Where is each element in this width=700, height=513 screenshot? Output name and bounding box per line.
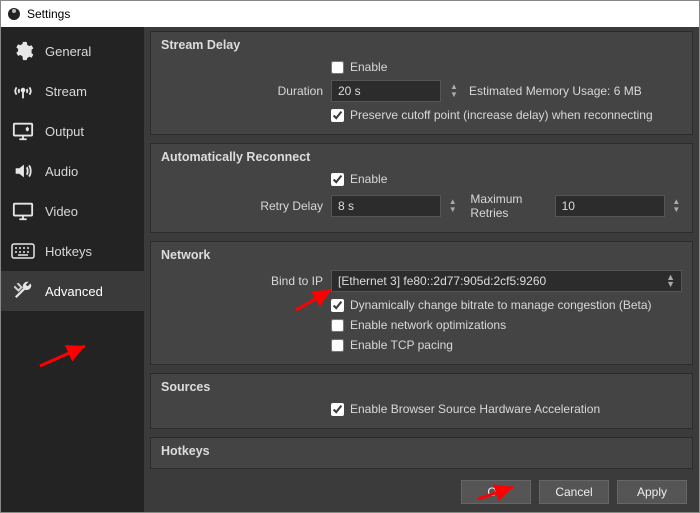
sidebar-item-video[interactable]: Video <box>1 191 144 231</box>
panel-title: Network <box>161 248 682 262</box>
panel-hotkeys: Hotkeys <box>150 437 693 469</box>
memory-usage-label: Estimated Memory Usage: 6 MB <box>469 84 642 98</box>
settings-window: Settings General Stream Output <box>0 0 700 513</box>
sidebar-item-label: Audio <box>45 164 78 179</box>
sidebar-item-general[interactable]: General <box>1 31 144 71</box>
sidebar-item-output[interactable]: Output <box>1 111 144 151</box>
panel-title: Sources <box>161 380 682 394</box>
tcp-pacing-checkbox[interactable] <box>331 339 344 352</box>
monitor-arrow-icon <box>11 119 35 143</box>
speaker-icon <box>11 159 35 183</box>
browser-hwaccel-checkbox[interactable] <box>331 403 344 416</box>
bind-ip-label: Bind to IP <box>161 274 331 288</box>
keyboard-icon <box>11 239 35 263</box>
chevron-updown-icon: ▲▼ <box>666 274 675 288</box>
retry-delay-input[interactable] <box>331 195 441 217</box>
bind-ip-select[interactable]: [Ethernet 3] fe80::2d77:905d:2cf5:9260 ▲… <box>331 270 682 292</box>
network-optimizations-checkbox[interactable] <box>331 319 344 332</box>
sidebar-item-audio[interactable]: Audio <box>1 151 144 191</box>
sidebar-item-label: General <box>45 44 91 59</box>
checkbox-label: Preserve cutoff point (increase delay) w… <box>350 108 653 122</box>
sidebar-item-label: Stream <box>45 84 87 99</box>
checkbox-label: Enable <box>350 172 387 186</box>
titlebar: Settings <box>1 1 699 27</box>
antenna-icon <box>11 79 35 103</box>
sidebar: General Stream Output Audio <box>1 27 144 512</box>
monitor-icon <box>11 199 35 223</box>
panel-stream-delay: Stream Delay Enable Duration ▲▼ <box>150 31 693 135</box>
duration-spinner[interactable]: ▲▼ <box>447 80 461 102</box>
sidebar-item-advanced[interactable]: Advanced <box>1 271 144 311</box>
max-retries-spinner[interactable]: ▲▼ <box>671 195 682 217</box>
checkbox-label: Enable TCP pacing <box>350 338 453 352</box>
content-area: Stream Delay Enable Duration ▲▼ <box>144 27 699 512</box>
window-title: Settings <box>27 7 70 21</box>
panel-auto-reconnect: Automatically Reconnect Enable Retry Del… <box>150 143 693 233</box>
max-retries-label: Maximum Retries <box>470 192 546 220</box>
panel-network: Network Bind to IP [Ethernet 3] fe80::2d… <box>150 241 693 365</box>
enable-reconnect-checkbox[interactable] <box>331 173 344 186</box>
checkbox-label: Enable network optimizations <box>350 318 506 332</box>
sidebar-item-label: Advanced <box>45 284 103 299</box>
gear-icon <box>11 39 35 63</box>
sidebar-item-stream[interactable]: Stream <box>1 71 144 111</box>
checkbox-label: Enable <box>350 60 387 74</box>
retry-delay-label: Retry Delay <box>161 199 331 213</box>
checkbox-label: Enable Browser Source Hardware Accelerat… <box>350 402 600 416</box>
duration-label: Duration <box>161 84 331 98</box>
cancel-button[interactable]: Cancel <box>539 480 609 504</box>
retry-delay-spinner[interactable]: ▲▼ <box>447 195 458 217</box>
sidebar-item-label: Video <box>45 204 78 219</box>
panel-title: Hotkeys <box>161 444 682 458</box>
apply-button[interactable]: Apply <box>617 480 687 504</box>
wrench-icon <box>11 279 35 303</box>
ok-button[interactable]: OK <box>461 480 531 504</box>
bind-ip-value: [Ethernet 3] fe80::2d77:905d:2cf5:9260 <box>338 274 546 288</box>
sidebar-item-label: Output <box>45 124 84 139</box>
enable-stream-delay-checkbox[interactable] <box>331 61 344 74</box>
sidebar-item-hotkeys[interactable]: Hotkeys <box>1 231 144 271</box>
dynamic-bitrate-checkbox[interactable] <box>331 299 344 312</box>
panel-title: Automatically Reconnect <box>161 150 682 164</box>
panel-sources: Sources Enable Browser Source Hardware A… <box>150 373 693 429</box>
preserve-cutoff-checkbox[interactable] <box>331 109 344 122</box>
footer: OK Cancel Apply <box>144 472 699 512</box>
checkbox-label: Dynamically change bitrate to manage con… <box>350 298 652 312</box>
max-retries-input[interactable] <box>555 195 665 217</box>
app-icon <box>7 7 21 21</box>
panel-title: Stream Delay <box>161 38 682 52</box>
duration-input[interactable] <box>331 80 441 102</box>
sidebar-item-label: Hotkeys <box>45 244 92 259</box>
